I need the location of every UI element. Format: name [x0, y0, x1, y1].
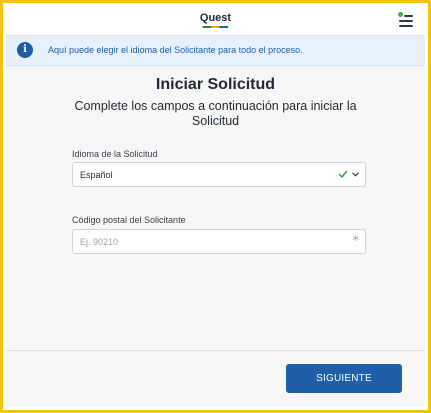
page-title: Iniciar Solicitud [155, 76, 276, 93]
app-window: Quest i Aquí puede elegir el idioma del … [6, 6, 425, 407]
quest-logo: Quest [200, 12, 231, 28]
info-banner: i Aquí puede elegir el idioma del Solici… [6, 36, 425, 66]
required-asterisk-icon: * [352, 234, 360, 249]
language-select-value: Español [80, 170, 113, 180]
logo-underline [202, 26, 229, 28]
language-field-label: Idioma de la Solicitud [72, 149, 158, 159]
next-button[interactable]: SIGUIENTE [286, 364, 402, 393]
footer-bar: SIGUIENTE [6, 350, 425, 407]
menu-bar-2 [399, 20, 413, 22]
check-icon [338, 170, 348, 178]
screenshot-frame: Quest i Aquí puede elegir el idioma del … [0, 0, 431, 413]
top-header: Quest [6, 6, 425, 36]
zip-code-input[interactable] [73, 230, 343, 253]
logo-text: Quest [199, 12, 232, 24]
zip-field-label: Código postal del Solicitante [72, 215, 186, 225]
chevron-down-icon [352, 172, 359, 177]
info-icon: i [17, 42, 33, 58]
page-subtitle: Complete los campos a continuación para … [74, 99, 357, 128]
zip-code-field: * [72, 229, 366, 254]
info-banner-text: Aquí puede elegir el idioma del Solicita… [48, 45, 303, 55]
notification-dot [398, 12, 403, 17]
language-select[interactable]: Español [72, 162, 366, 187]
hamburger-menu-icon[interactable] [398, 12, 413, 27]
menu-bar-1 [404, 15, 413, 17]
menu-bar-3 [399, 25, 413, 27]
